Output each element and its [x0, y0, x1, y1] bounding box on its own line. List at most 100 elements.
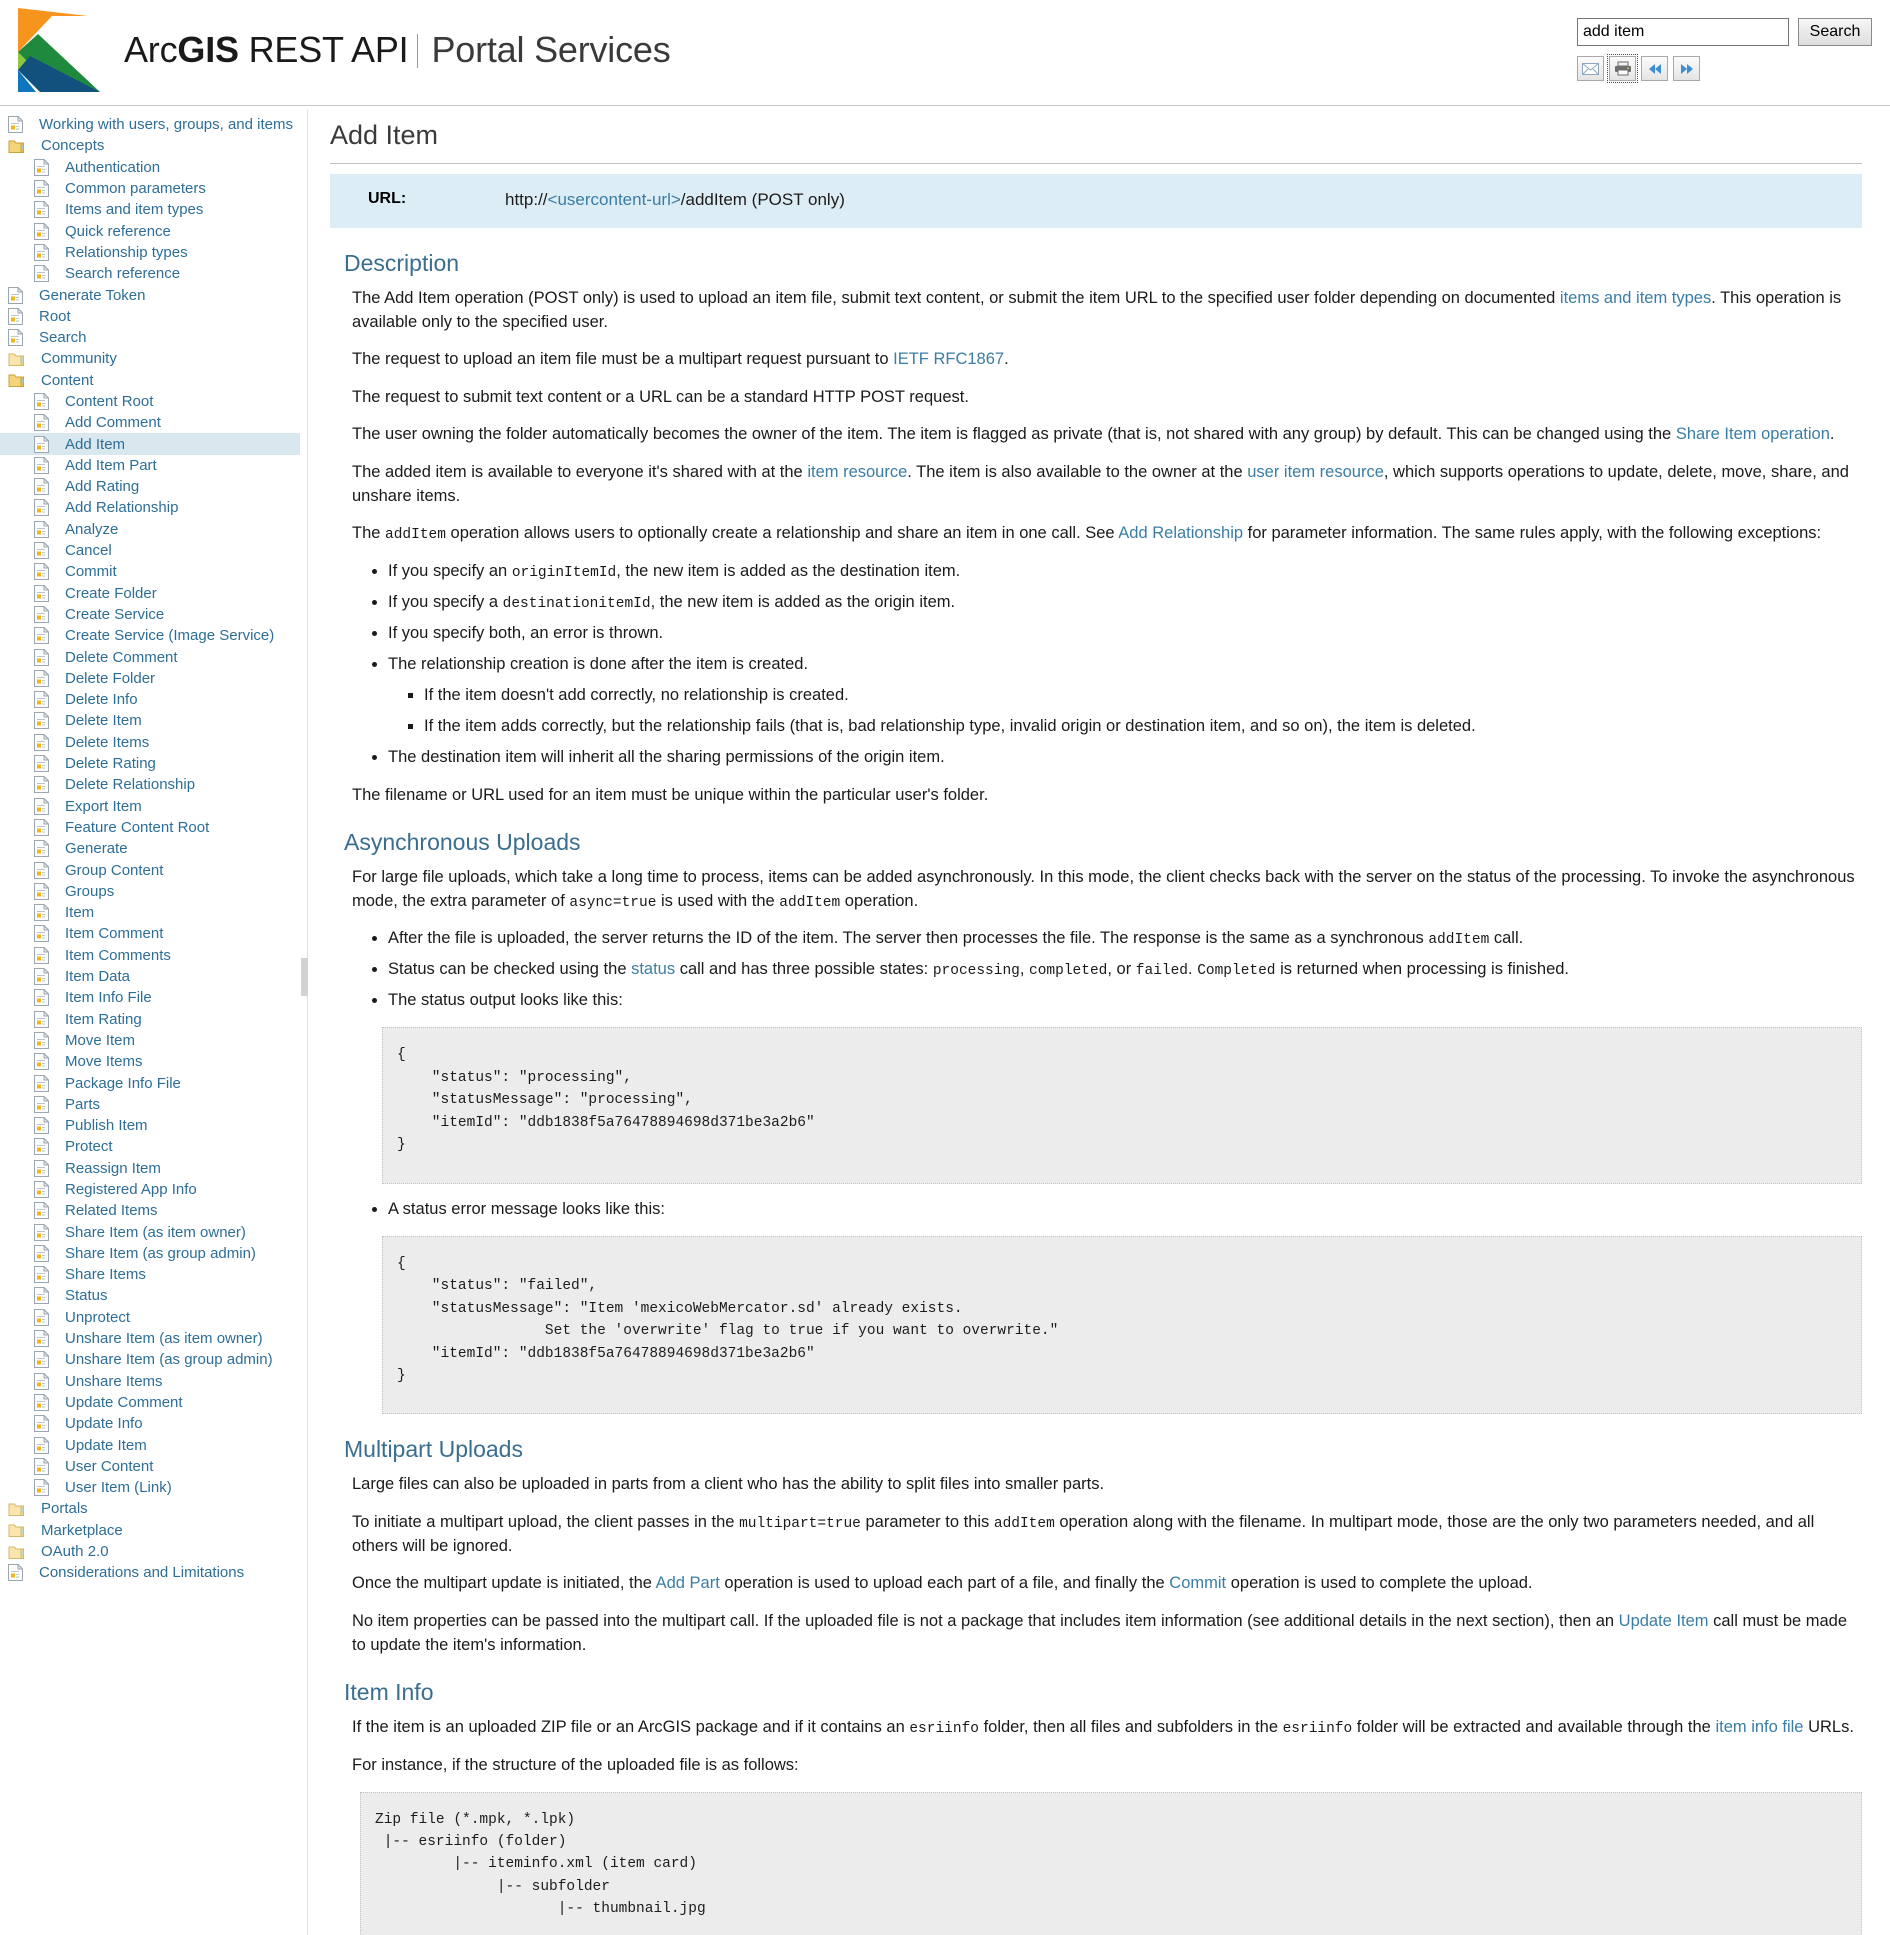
sidebar-item-update-info[interactable]: Update Info: [0, 1413, 300, 1434]
share-item-operation-link[interactable]: Share Item operation: [1676, 425, 1830, 443]
sidebar-item-item-comment[interactable]: Item Comment: [0, 923, 300, 944]
navigation-sidebar[interactable]: Working with users, groups, and items Con…: [0, 106, 300, 1935]
sidebar-item-commit[interactable]: Commit: [0, 561, 300, 582]
sidebar-item-unshare-item-as-group-admin[interactable]: Unshare Item (as group admin): [0, 1349, 300, 1370]
search-button[interactable]: Search: [1798, 18, 1872, 46]
print-icon[interactable]: [1607, 54, 1638, 83]
sidebar-item-generate-token[interactable]: Generate Token: [0, 284, 300, 305]
item-resource-link[interactable]: item resource: [807, 463, 907, 481]
item-info-file-link[interactable]: item info file: [1715, 1718, 1803, 1736]
commit-link[interactable]: Commit: [1169, 1574, 1226, 1592]
sidebar-item-move-items[interactable]: Move Items: [0, 1051, 300, 1072]
sidebar-item-content[interactable]: Content: [0, 370, 300, 391]
sidebar-splitter[interactable]: [300, 106, 308, 1935]
sidebar-item-working-with-users-groups-and-items[interactable]: Working with users, groups, and items: [0, 114, 300, 135]
sidebar-item-item-info-file[interactable]: Item Info File: [0, 987, 300, 1008]
list-item: After the file is uploaded, the server r…: [388, 927, 1862, 951]
sidebar-item-parts[interactable]: Parts: [0, 1094, 300, 1115]
sidebar-item-user-item-link[interactable]: User Item (Link): [0, 1477, 300, 1498]
sidebar-item-user-content[interactable]: User Content: [0, 1456, 300, 1477]
sidebar-item-relationship-types[interactable]: Relationship types: [0, 242, 300, 263]
sidebar-item-analyze[interactable]: Analyze: [0, 519, 300, 540]
sidebar-item-share-item-as-item-owner[interactable]: Share Item (as item owner): [0, 1221, 300, 1242]
sidebar-item-unshare-items[interactable]: Unshare Items: [0, 1371, 300, 1392]
sidebar-item-marketplace[interactable]: Marketplace: [0, 1520, 300, 1541]
text: Status can be checked using the: [388, 960, 632, 979]
sidebar-item-status[interactable]: Status: [0, 1285, 300, 1306]
sidebar-item-reassign-item[interactable]: Reassign Item: [0, 1158, 300, 1179]
sidebar-item-package-info-file[interactable]: Package Info File: [0, 1072, 300, 1093]
sidebar-item-update-item[interactable]: Update Item: [0, 1434, 300, 1455]
sidebar-item-search-reference[interactable]: Search reference: [0, 263, 300, 284]
sidebar-item-add-comment[interactable]: Add Comment: [0, 412, 300, 433]
sidebar-item-root[interactable]: Root: [0, 306, 300, 327]
ietf-rfc1867-link[interactable]: IETF RFC1867: [893, 350, 1004, 368]
sidebar-item-authentication[interactable]: Authentication: [0, 157, 300, 178]
sidebar-item-group-content[interactable]: Group Content: [0, 859, 300, 880]
sidebar-item-add-item-part[interactable]: Add Item Part: [0, 455, 300, 476]
user-item-resource-link[interactable]: user item resource: [1247, 463, 1384, 481]
add-relationship-link[interactable]: Add Relationship: [1118, 524, 1243, 542]
splitter-grip[interactable]: [301, 958, 308, 996]
sidebar-item-delete-comment[interactable]: Delete Comment: [0, 646, 300, 667]
sidebar-item-delete-item[interactable]: Delete Item: [0, 710, 300, 731]
sidebar-item-search[interactable]: Search: [0, 327, 300, 348]
text: for parameter information. The same rule…: [1243, 524, 1822, 543]
sidebar-item-quick-reference[interactable]: Quick reference: [0, 220, 300, 241]
sidebar-item-update-comment[interactable]: Update Comment: [0, 1392, 300, 1413]
document-icon: [34, 669, 57, 687]
sidebar-item-add-item[interactable]: Add Item: [0, 433, 300, 455]
brand-gis: GIS: [177, 29, 239, 70]
sidebar-item-delete-rating[interactable]: Delete Rating: [0, 753, 300, 774]
email-icon[interactable]: [1577, 56, 1604, 81]
sidebar-item-unprotect[interactable]: Unprotect: [0, 1307, 300, 1328]
sidebar-item-share-items[interactable]: Share Items: [0, 1264, 300, 1285]
sidebar-item-concepts[interactable]: Concepts: [0, 135, 300, 156]
sidebar-item-unshare-item-as-item-owner[interactable]: Unshare Item (as item owner): [0, 1328, 300, 1349]
sidebar-item-generate[interactable]: Generate: [0, 838, 300, 859]
add-part-link[interactable]: Add Part: [656, 1574, 720, 1592]
sidebar-item-delete-info[interactable]: Delete Info: [0, 689, 300, 710]
sidebar-item-delete-items[interactable]: Delete Items: [0, 732, 300, 753]
sidebar-item-protect[interactable]: Protect: [0, 1136, 300, 1157]
update-item-link[interactable]: Update Item: [1619, 1612, 1709, 1630]
sidebar-item-considerations-and-limitations[interactable]: Considerations and Limitations: [0, 1562, 300, 1583]
brand: ArcGIS REST API Portal Services: [0, 0, 671, 100]
sidebar-item-cancel[interactable]: Cancel: [0, 540, 300, 561]
sidebar-item-delete-relationship[interactable]: Delete Relationship: [0, 774, 300, 795]
sidebar-item-related-items[interactable]: Related Items: [0, 1200, 300, 1221]
sidebar-item-share-item-as-group-admin[interactable]: Share Item (as group admin): [0, 1243, 300, 1264]
sidebar-item-content-root[interactable]: Content Root: [0, 391, 300, 412]
sidebar-item-common-parameters[interactable]: Common parameters: [0, 178, 300, 199]
sidebar-item-add-relationship[interactable]: Add Relationship: [0, 497, 300, 518]
sidebar-item-publish-item[interactable]: Publish Item: [0, 1115, 300, 1136]
code-completed: completed: [1029, 963, 1108, 980]
sidebar-item-groups[interactable]: Groups: [0, 881, 300, 902]
sidebar-item-items-and-item-types[interactable]: Items and item types: [0, 199, 300, 220]
next-icon[interactable]: [1673, 56, 1700, 81]
code-processing: processing: [932, 963, 1020, 980]
sidebar-item-create-folder[interactable]: Create Folder: [0, 583, 300, 604]
previous-icon[interactable]: [1641, 56, 1668, 81]
sidebar-item-create-service[interactable]: Create Service: [0, 604, 300, 625]
sidebar-item-export-item[interactable]: Export Item: [0, 796, 300, 817]
sidebar-item-item[interactable]: Item: [0, 902, 300, 923]
sidebar-item-item-comments[interactable]: Item Comments: [0, 945, 300, 966]
list-item: The relationship creation is done after …: [388, 653, 1862, 739]
status-link[interactable]: status: [631, 960, 675, 978]
sidebar-item-item-rating[interactable]: Item Rating: [0, 1008, 300, 1029]
sidebar-item-community[interactable]: Community: [0, 348, 300, 369]
items-and-item-types-link[interactable]: items and item types: [1560, 289, 1711, 307]
sidebar-item-feature-content-root[interactable]: Feature Content Root: [0, 817, 300, 838]
sidebar-item-delete-folder[interactable]: Delete Folder: [0, 668, 300, 689]
sidebar-item-registered-app-info[interactable]: Registered App Info: [0, 1179, 300, 1200]
sidebar-item-move-item[interactable]: Move Item: [0, 1030, 300, 1051]
sidebar-item-item-data[interactable]: Item Data: [0, 966, 300, 987]
sidebar-item-create-service-image-service[interactable]: Create Service (Image Service): [0, 625, 300, 646]
sidebar-item-portals[interactable]: Portals: [0, 1498, 300, 1519]
sidebar-item-add-rating[interactable]: Add Rating: [0, 476, 300, 497]
search-input[interactable]: [1577, 18, 1789, 46]
sidebar-item-oauth-2-0[interactable]: OAuth 2.0: [0, 1541, 300, 1562]
sidebar-item-label: Update Item: [65, 1436, 147, 1454]
usercontent-url-link[interactable]: <usercontent-url>: [548, 190, 681, 209]
